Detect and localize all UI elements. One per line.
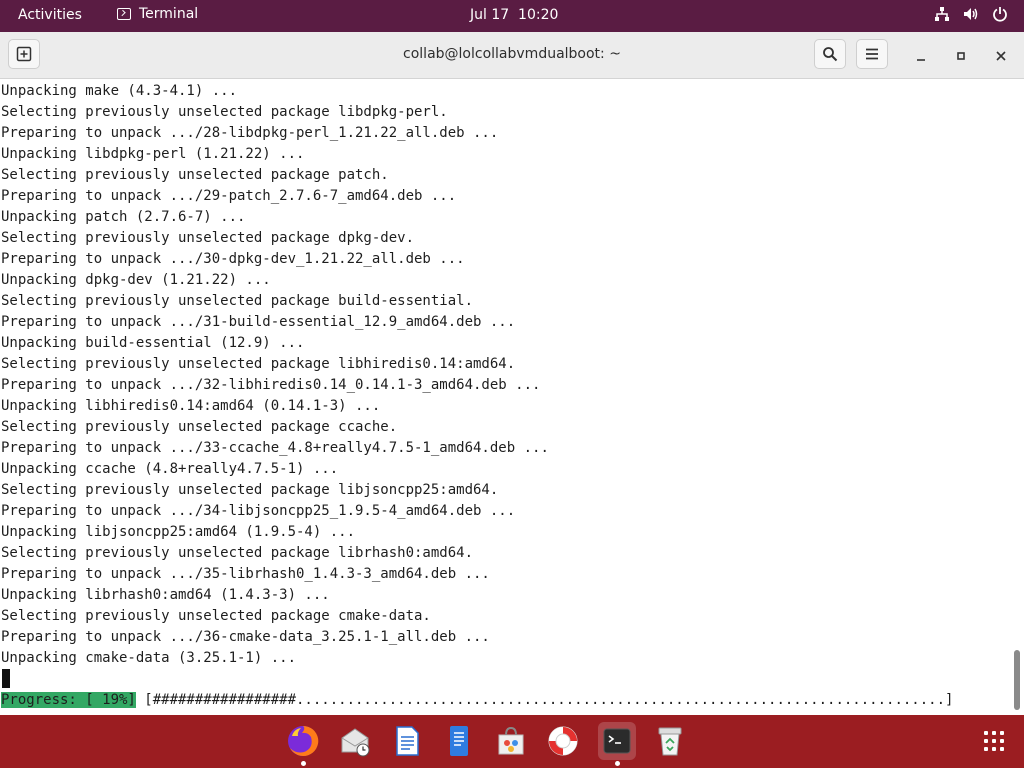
dock-software[interactable] [492, 722, 530, 760]
output-line: Unpacking librhash0:amd64 (1.4.3-3) ... [1, 587, 330, 603]
terminal-app-icon [117, 8, 131, 20]
output-line: Selecting previously unselected package … [1, 482, 499, 498]
network-icon [935, 7, 949, 21]
output-line: Unpacking libhiredis0.14:amd64 (0.14.1-3… [1, 398, 381, 414]
dock [0, 715, 1024, 768]
progress-bar-text: [#################......................… [135, 692, 954, 708]
volume-icon [964, 8, 978, 20]
output-line: Unpacking libjsoncpp25:amd64 (1.9.5-4) .… [1, 524, 356, 540]
output-line: Unpacking cmake-data (3.25.1-1) ... [1, 650, 297, 666]
output-line: Unpacking build-essential (12.9) ... [1, 335, 305, 351]
output-line: Preparing to unpack .../28-libdpkg-perl_… [1, 125, 499, 141]
dock-text-editor[interactable] [440, 722, 478, 760]
output-line: Preparing to unpack .../32-libhiredis0.1… [1, 377, 541, 393]
output-line: Selecting previously unselected package … [1, 356, 516, 372]
output-line: Preparing to unpack .../31-build-essenti… [1, 314, 516, 330]
writer-document-icon [396, 726, 419, 756]
maximize-button[interactable] [949, 44, 973, 68]
power-icon [993, 7, 1007, 22]
output-line: Preparing to unpack .../33-ccache_4.8+re… [1, 440, 549, 456]
output-line: Unpacking dpkg-dev (1.21.22) ... [1, 272, 271, 288]
dock-trash[interactable] [651, 722, 689, 760]
minimize-icon [917, 59, 925, 61]
system-tray[interactable] [934, 6, 1008, 22]
output-line: Selecting previously unselected package … [1, 608, 431, 624]
output-line: Selecting previously unselected package … [1, 419, 398, 435]
output-line: Preparing to unpack .../30-dpkg-dev_1.21… [1, 251, 465, 267]
trash-icon [658, 727, 682, 756]
software-store-icon [498, 726, 524, 755]
output-line: Unpacking libdpkg-perl (1.21.22) ... [1, 146, 305, 162]
firefox-icon [288, 725, 319, 756]
top-bar: Activities Terminal Jul 17 10:20 [0, 0, 1024, 32]
text-editor-icon [450, 726, 468, 756]
output-line: Selecting previously unselected package … [1, 230, 415, 246]
running-indicator [615, 761, 620, 766]
output-line: Unpacking patch (2.7.6-7) ... [1, 209, 246, 225]
maximize-icon [957, 52, 965, 60]
help-lifebuoy-icon [548, 726, 578, 756]
output-line: Preparing to unpack .../36-cmake-data_3.… [1, 629, 490, 645]
output-line: Selecting previously unselected package … [1, 545, 474, 561]
app-menu-label: Terminal [139, 6, 199, 22]
dock-help[interactable] [544, 722, 582, 760]
dock-firefox[interactable] [284, 722, 322, 766]
search-icon [823, 47, 838, 62]
terminal-output[interactable]: Unpacking make (4.3-4.1) ... Selecting pr… [0, 79, 1024, 715]
dock-writer[interactable] [388, 722, 426, 760]
clock[interactable]: Jul 17 10:20 [470, 7, 558, 23]
progress-line: Progress: [ 19%] [#################.....… [1, 690, 953, 711]
terminal-icon [603, 728, 631, 754]
app-menu[interactable]: Terminal [117, 6, 198, 22]
close-icon [996, 51, 1006, 61]
output-line: Selecting previously unselected package … [1, 293, 474, 309]
hamburger-menu-button[interactable] [856, 39, 888, 69]
output-line: Selecting previously unselected package … [1, 104, 448, 120]
text-cursor [2, 669, 10, 688]
activities-button[interactable]: Activities [18, 7, 82, 23]
show-apps-icon[interactable] [984, 731, 1004, 751]
output-lines: Unpacking make (4.3-4.1) ... Selecting pr… [1, 81, 549, 669]
mail-clock-icon [341, 728, 370, 757]
output-line: Preparing to unpack .../34-libjsoncpp25_… [1, 503, 516, 519]
output-line: Preparing to unpack .../29-patch_2.7.6-7… [1, 188, 457, 204]
terminal-titlebar: collab@lolcollabvmdualboot: ~ [0, 32, 1024, 79]
progress-label: Progress: [ 19%] [1, 692, 136, 708]
output-line: Preparing to unpack .../35-librhash0_1.4… [1, 566, 490, 582]
hamburger-icon [866, 48, 878, 60]
dock-mail-clock[interactable] [336, 722, 374, 760]
dock-terminal[interactable] [598, 722, 636, 766]
running-indicator [301, 761, 306, 766]
search-button[interactable] [814, 39, 846, 69]
close-button[interactable] [989, 44, 1013, 68]
scrollbar-thumb[interactable] [1014, 650, 1020, 710]
output-line: Selecting previously unselected package … [1, 167, 389, 183]
output-line: Unpacking make (4.3-4.1) ... [1, 83, 238, 99]
minimize-button[interactable] [909, 44, 933, 68]
output-line: Unpacking ccache (4.8+really4.7.5-1) ... [1, 461, 339, 477]
